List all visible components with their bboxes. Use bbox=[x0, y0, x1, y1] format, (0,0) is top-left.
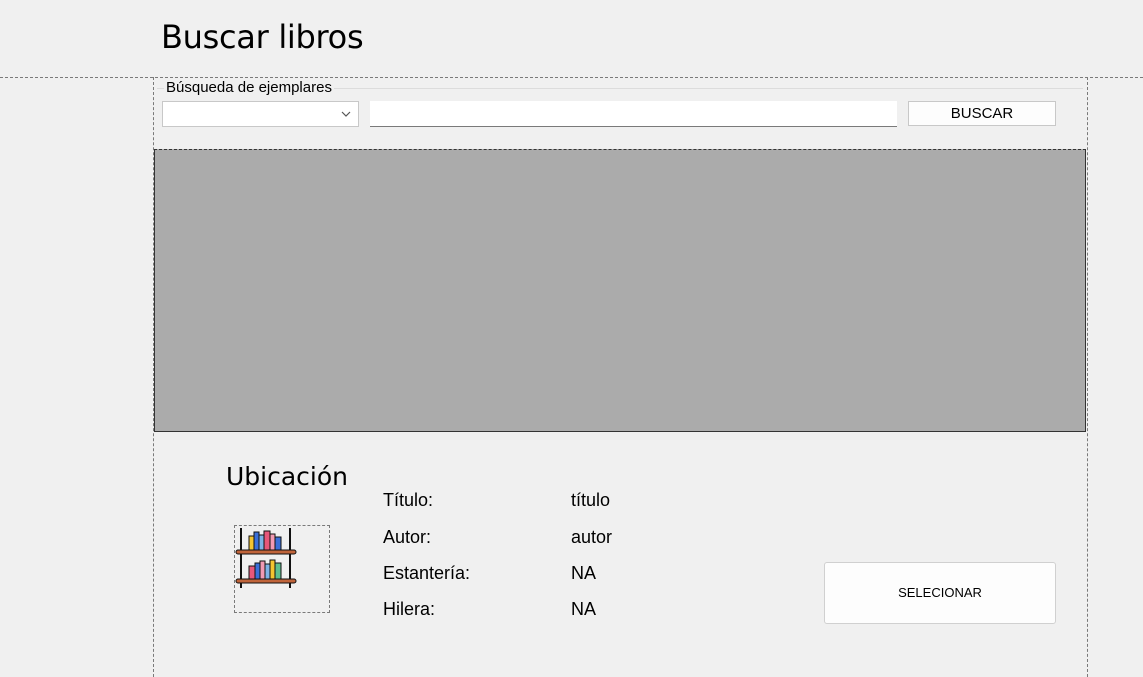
row-value: NA bbox=[571, 599, 597, 619]
chevron-down-icon bbox=[341, 111, 351, 117]
row-label: Hilera: bbox=[383, 599, 436, 619]
page-title: Buscar libros bbox=[161, 18, 364, 56]
search-button[interactable]: BUSCAR bbox=[908, 101, 1056, 126]
search-group-legend: Búsqueda de ejemplares bbox=[164, 79, 334, 96]
author-label: Autor: bbox=[383, 527, 432, 547]
author-value: autor bbox=[571, 527, 613, 547]
shelf-label: Estantería: bbox=[383, 563, 471, 583]
title-label: Título: bbox=[383, 490, 434, 510]
bookshelf-icon bbox=[234, 525, 330, 613]
location-title: Ubicación bbox=[226, 462, 349, 491]
search-input[interactable] bbox=[370, 101, 897, 127]
shelf-value: NA bbox=[571, 563, 597, 583]
search-field-combo[interactable] bbox=[162, 101, 359, 127]
results-grid[interactable] bbox=[154, 149, 1086, 432]
title-value: título bbox=[571, 490, 611, 510]
select-button[interactable]: SELECIONAR bbox=[824, 562, 1056, 624]
